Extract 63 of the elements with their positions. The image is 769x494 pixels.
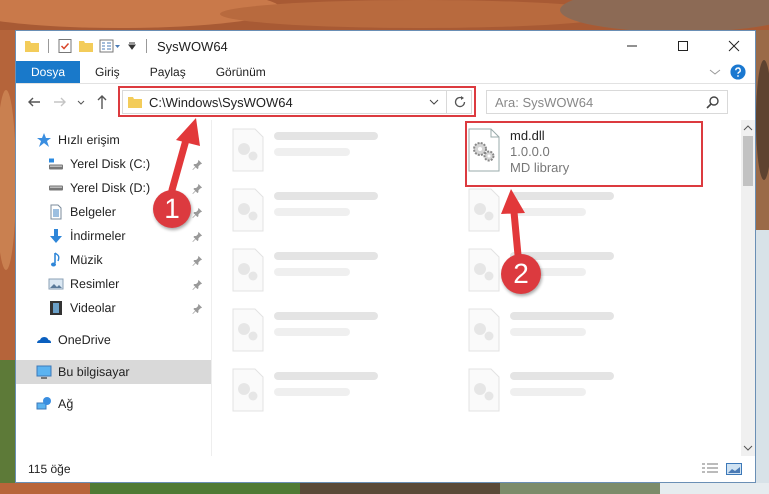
pin-icon[interactable] <box>192 302 203 314</box>
address-path: C:\Windows\SysWOW64 <box>149 94 294 110</box>
refresh-icon[interactable] <box>453 95 467 109</box>
file-icon <box>232 188 264 232</box>
drive-icon <box>48 185 64 191</box>
address-bar[interactable]: C:\Windows\SysWOW64 <box>122 90 472 114</box>
pin-icon[interactable] <box>192 254 203 266</box>
drive-icon <box>48 156 64 172</box>
customize-caret-icon[interactable] <box>126 40 138 52</box>
sidebar-item[interactable]: Belgeler <box>48 200 116 224</box>
folder-icon <box>127 94 143 110</box>
dll-file-icon <box>468 128 500 172</box>
file-icon <box>468 308 500 352</box>
item-count: 115 öğe <box>28 462 70 476</box>
scroll-down-icon[interactable] <box>743 444 753 452</box>
sidebar-item[interactable]: Müzik <box>48 248 103 272</box>
network-icon <box>36 396 52 412</box>
monitor-icon <box>36 364 52 380</box>
file-detail: 1.0.0.0 <box>510 144 551 159</box>
help-icon[interactable] <box>729 64 747 80</box>
file-icon <box>232 248 264 292</box>
window-title: SysWOW64 <box>157 38 228 54</box>
file-icon <box>468 368 500 412</box>
scrollbar[interactable] <box>741 120 755 456</box>
pin-icon[interactable] <box>192 206 203 218</box>
search-field[interactable]: Ara: SysWOW64 <box>486 90 728 114</box>
file-detail: MD library <box>510 160 570 175</box>
scroll-thumb[interactable] <box>743 136 753 186</box>
sidebar-item[interactable]: Hızlı erişim <box>16 128 211 152</box>
sidebar-item[interactable]: Yerel Disk (C:) <box>48 152 150 176</box>
file-item[interactable]: md.dll 1.0.0.0 MD library <box>468 124 700 184</box>
search-icon[interactable] <box>706 95 720 109</box>
sidebar-item[interactable]: Ağ <box>16 392 211 416</box>
cloud-icon <box>36 336 52 344</box>
ribbon-tab[interactable]: Paylaş <box>134 61 201 83</box>
document-icon <box>48 204 64 220</box>
file-icon <box>232 308 264 352</box>
sidebar-item[interactable]: İndirmeler <box>48 224 126 248</box>
file-icon <box>232 128 264 172</box>
pin-icon[interactable] <box>192 158 203 170</box>
file-name: md.dll <box>510 128 546 143</box>
image-icon <box>48 276 64 292</box>
sidebar-item[interactable]: Bu bilgisayar <box>16 360 211 384</box>
sidebar-item[interactable]: Yerel Disk (D:) <box>48 176 150 200</box>
ribbon-tab[interactable]: Dosya <box>16 61 80 83</box>
checklist-icon[interactable] <box>57 38 73 54</box>
file-icon <box>468 248 500 292</box>
star-icon <box>36 132 52 148</box>
download-arrow-icon <box>48 228 64 244</box>
pin-icon[interactable] <box>192 182 203 194</box>
sidebar-item[interactable]: OneDrive <box>16 328 211 352</box>
large-icons-view-icon[interactable] <box>725 461 743 477</box>
file-icon <box>232 368 264 412</box>
file-icon <box>468 188 500 232</box>
pin-icon[interactable] <box>192 278 203 290</box>
pin-icon[interactable] <box>192 230 203 242</box>
ribbon-tab[interactable]: Görünüm <box>200 61 281 83</box>
scroll-up-icon[interactable] <box>743 124 753 132</box>
properties-icon[interactable] <box>99 38 121 54</box>
sidebar-item[interactable]: Resimler <box>48 272 120 296</box>
sidebar-item[interactable]: Videolar <box>48 296 116 320</box>
film-icon <box>48 300 64 316</box>
ribbon-tab[interactable]: Giriş <box>80 61 135 83</box>
